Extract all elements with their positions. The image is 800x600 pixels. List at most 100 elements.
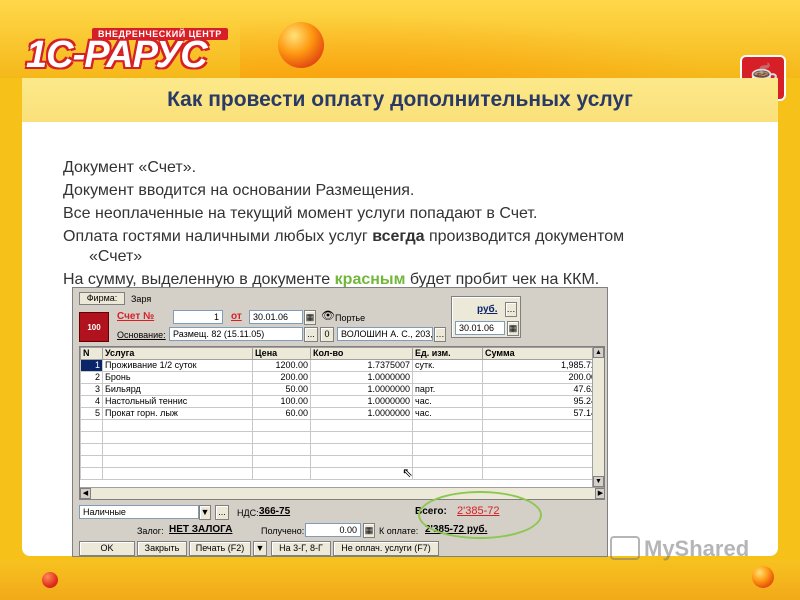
- text-line-4: Оплата гостями наличными любых услуг все…: [63, 227, 763, 247]
- table-row-empty[interactable]: [80, 431, 599, 444]
- header-swoosh: [240, 0, 800, 78]
- cell-sum: 200.00: [482, 371, 599, 384]
- invoice-document-icon: 100: [79, 312, 109, 342]
- cell-service: Бронь: [102, 371, 253, 384]
- print-dropdown-icon[interactable]: ▼: [253, 541, 267, 556]
- table-row[interactable]: 2 Бронь 200.00 1.0000000 200.00: [80, 371, 599, 384]
- portier-label: Портье: [335, 313, 366, 323]
- table-row-empty[interactable]: [80, 419, 599, 432]
- text-line-4-bold: всегда: [372, 228, 425, 245]
- received-field[interactable]: 0.00: [305, 523, 361, 537]
- cell-sum: 95.24: [482, 395, 599, 408]
- text-line-2: Документ вводится на основании Размещени…: [63, 182, 415, 199]
- table-row-empty[interactable]: [80, 467, 599, 480]
- vertical-scrollbar[interactable]: ▲ ▼: [592, 347, 604, 487]
- cell-n: 2: [80, 371, 103, 384]
- text-line-4-cont: «Счет»: [89, 248, 143, 265]
- scroll-down-icon[interactable]: ▼: [593, 476, 604, 487]
- firm-value: Заря: [131, 294, 152, 304]
- text-line-5-colored: красным: [334, 271, 406, 288]
- cell-n: 4: [80, 395, 103, 408]
- cell-service: Прокат горн. лыж: [102, 407, 253, 420]
- currency-select-button[interactable]: …: [505, 302, 517, 317]
- deposit-label: Залог:: [137, 526, 164, 536]
- on-3g-button[interactable]: На 3-Г, 8-Г: [271, 541, 331, 556]
- text-line-1: Документ «Счет».: [63, 159, 197, 176]
- deposit-value: НЕТ ЗАЛОГА: [169, 524, 233, 535]
- slide-text: Документ «Счет». Документ вводится на ос…: [63, 158, 763, 293]
- text-line-5-b: будет пробит чек на ККМ.: [405, 271, 600, 288]
- unpaid-services-button[interactable]: Не оплач. услуги (F7): [333, 541, 439, 556]
- invoice-label: Счет №: [117, 311, 155, 322]
- orange-ball-small-icon: [752, 566, 774, 588]
- cell-service: Проживание 1/2 суток: [102, 359, 253, 372]
- col-header-qty[interactable]: Кол-во: [310, 347, 413, 360]
- table-row[interactable]: 5 Прокат горн. лыж 60.00 1.0000000 час. …: [80, 407, 599, 420]
- cell-qty: 1.0000000: [310, 407, 413, 420]
- from-label: от: [231, 311, 242, 322]
- col-header-n[interactable]: N: [80, 347, 103, 360]
- text-line-4-b: производится документом: [424, 228, 625, 245]
- cell-service: Настольный теннис: [102, 395, 253, 408]
- table-row-empty[interactable]: [80, 443, 599, 456]
- cell-qty: 1.0000000: [310, 383, 413, 396]
- cell-unit: [412, 371, 483, 384]
- invoice-date-field[interactable]: 30.01.06: [249, 310, 303, 324]
- zero-button[interactable]: 0: [320, 327, 334, 342]
- highlight-ellipse: [418, 491, 542, 539]
- cell-service: Бильярд: [102, 383, 253, 396]
- cell-qty: 1.7375007: [310, 359, 413, 372]
- currency-date-field[interactable]: 30.01.06: [455, 321, 505, 335]
- guest-field[interactable]: ВОЛОШИН А. С., 203,: [337, 327, 433, 341]
- col-header-service[interactable]: Услуга: [102, 347, 253, 360]
- basis-field[interactable]: Размещ. 82 (15.11.05): [169, 327, 303, 341]
- logo-text: 1С-РАРУС: [26, 34, 208, 76]
- guest-select-button[interactable]: …: [434, 327, 446, 342]
- payment-type-select-button[interactable]: ...: [215, 505, 229, 520]
- close-button[interactable]: Закрыть: [137, 541, 187, 556]
- currency-label[interactable]: руб.: [477, 304, 498, 316]
- table-row[interactable]: 1 Проживание 1/2 суток 1200.00 1.7375007…: [80, 359, 599, 372]
- col-header-sum[interactable]: Сумма: [482, 347, 599, 360]
- services-grid[interactable]: N Услуга Цена Кол-во Ед. изм. Сумма 1 Пр…: [79, 346, 605, 500]
- scroll-left-icon[interactable]: ◀: [80, 488, 91, 499]
- invoice-number-field[interactable]: 1: [173, 310, 223, 324]
- cell-unit: час.: [412, 407, 483, 420]
- vat-value: 366-75: [259, 506, 291, 517]
- watermark-icon: [610, 536, 640, 560]
- to-pay-label: К оплате:: [379, 526, 419, 536]
- table-header-row: N Услуга Цена Кол-во Ед. изм. Сумма: [80, 347, 599, 360]
- payment-type-dropdown-icon[interactable]: ▼: [199, 505, 211, 520]
- col-header-unit[interactable]: Ед. изм.: [412, 347, 483, 360]
- payment-type-select[interactable]: Наличные: [79, 505, 199, 519]
- table-row[interactable]: 4 Настольный теннис 100.00 1.0000000 час…: [80, 395, 599, 408]
- scroll-up-icon[interactable]: ▲: [593, 347, 604, 358]
- currency-calendar-button[interactable]: ▦: [507, 321, 519, 336]
- basis-select-button[interactable]: ...: [304, 327, 318, 342]
- table-row[interactable]: 3 Бильярд 50.00 1.0000000 парт. 47.62: [80, 383, 599, 396]
- binoculars-icon[interactable]: 👁: [321, 310, 335, 322]
- services-table: N Услуга Цена Кол-во Ед. изм. Сумма 1 Пр…: [80, 347, 599, 480]
- col-header-price[interactable]: Цена: [252, 347, 311, 360]
- cell-sum: 57.14: [482, 407, 599, 420]
- text-line-3: Все неоплаченные на текущий момент услуг…: [63, 205, 538, 222]
- calendar-button[interactable]: ▦: [304, 310, 316, 325]
- received-calc-button[interactable]: ▦: [363, 523, 375, 538]
- received-label: Получено:: [261, 526, 305, 536]
- watermark: MyShared: [610, 536, 749, 562]
- firm-tab[interactable]: Фирма:: [79, 292, 125, 305]
- cell-n: 5: [80, 407, 103, 420]
- cell-unit: час.: [412, 395, 483, 408]
- horizontal-scrollbar[interactable]: ◀ ▶: [80, 487, 604, 499]
- print-button[interactable]: Печать (F2): [189, 541, 251, 556]
- cell-n: 3: [80, 383, 103, 396]
- table-row-empty[interactable]: [80, 455, 599, 468]
- scroll-right-icon[interactable]: ▶: [595, 488, 604, 499]
- ok-button[interactable]: OK: [79, 541, 135, 556]
- cell-n: 1: [80, 359, 103, 372]
- vat-label: НДС:: [237, 508, 259, 518]
- cell-sum: 47.62: [482, 383, 599, 396]
- text-line-4-a: Оплата гостями наличными любых услуг: [63, 228, 373, 245]
- basis-label: Основание:: [117, 330, 166, 340]
- footer-background: [0, 560, 800, 600]
